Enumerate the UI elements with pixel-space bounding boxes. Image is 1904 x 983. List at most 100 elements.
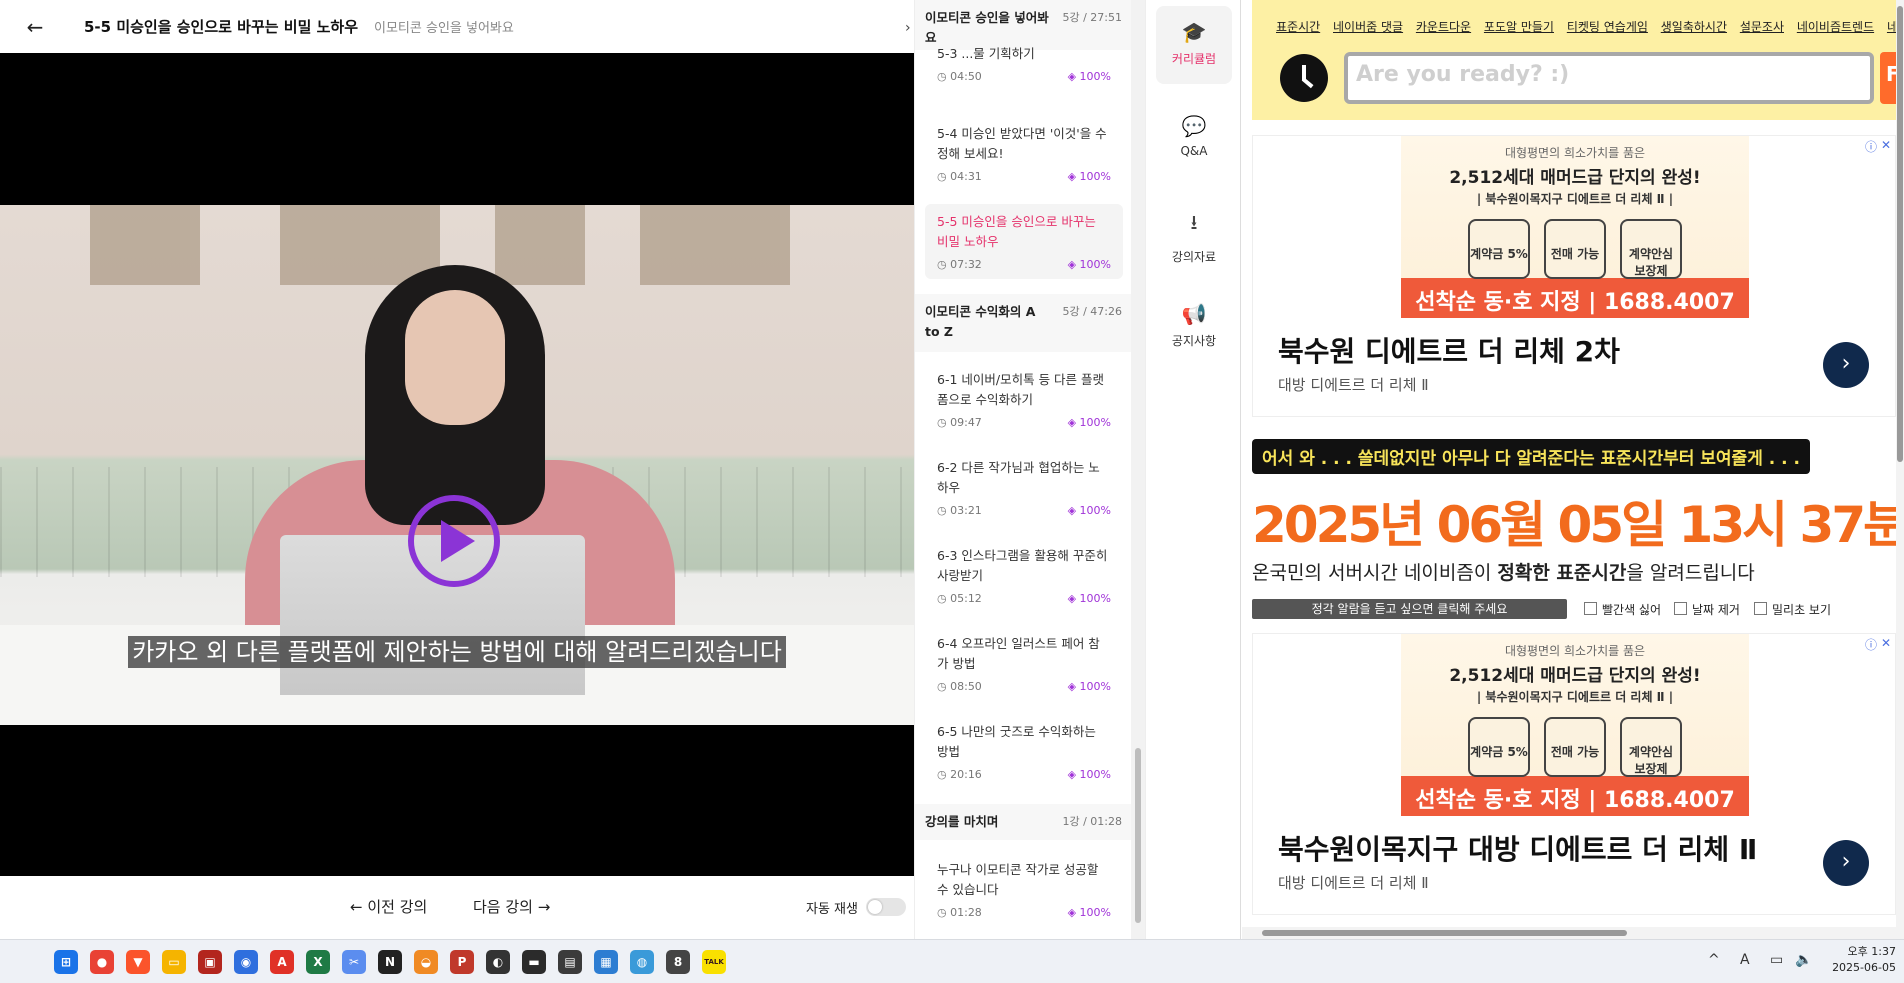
- lesson-item-active[interactable]: 5-5 미승인을 승인으로 바꾸는 비밀 노하우 07:32 100%: [925, 204, 1123, 279]
- lesson-title: 5-4 미승인 받았다면 '이것'을 수정해 보세요!: [937, 126, 1107, 161]
- chevron-up-icon[interactable]: ^: [1708, 952, 1720, 968]
- promo-banner: 어서 와 . . . 쓸데없지만 아무나 다 알려준다는 표준시간부터 보여줄게…: [1252, 439, 1810, 474]
- lesson-title: 5-3 ...물 기획하기: [937, 46, 1035, 61]
- lesson-item[interactable]: 5-4 미승인 받았다면 '이것'을 수정해 보세요! 04:31 100%: [925, 116, 1123, 191]
- sticky-notes-icon[interactable]: ▤: [558, 950, 582, 974]
- nav-link[interactable]: 표준시간: [1276, 20, 1320, 34]
- clock-date: 2025-06-05: [1832, 961, 1896, 974]
- arrow-left-icon[interactable]: ←: [0, 0, 70, 53]
- lesson-item[interactable]: 6-4 오프라인 일러스트 페어 참가 방법 08:50 100%: [925, 626, 1123, 701]
- windows-start-icon[interactable]: ⊞: [54, 950, 78, 974]
- rail-materials[interactable]: ⭳ 강의자료: [1156, 194, 1232, 272]
- alarm-button[interactable]: 정각 알람을 듣고 싶으면 클릭해 주세요: [1252, 599, 1567, 619]
- scrollbar-thumb[interactable]: [1135, 748, 1141, 923]
- close-icon[interactable]: ✕: [1881, 138, 1891, 152]
- checkbox-show-ms[interactable]: 밀리초 보기: [1754, 601, 1831, 618]
- acrobat-icon[interactable]: A: [270, 950, 294, 974]
- paint-icon[interactable]: ◍: [630, 950, 654, 974]
- nav-link[interactable]: 포도알 만들기: [1484, 20, 1554, 34]
- section-meta: 5강 / 47:26: [1062, 305, 1122, 318]
- ad-banner-cta: 선착순 동·호 지정 | 1688.4007: [1415, 290, 1735, 315]
- lesson-duration: 01:28: [937, 906, 982, 919]
- headphones-icon[interactable]: ◐: [486, 950, 510, 974]
- kakaotalk-icon[interactable]: TALK: [702, 950, 726, 974]
- info-icon[interactable]: ⓘ: [1865, 138, 1877, 155]
- nav-link[interactable]: 네이버줌 댓글: [1333, 20, 1403, 34]
- ad-banner[interactable]: 대형평면의 희소가치를 품은 2,512세대 매머드급 단지의 완성! | 북수…: [1401, 136, 1749, 318]
- notepad-icon[interactable]: ▦: [594, 950, 618, 974]
- scrollbar-thumb[interactable]: [1262, 930, 1627, 936]
- pdf-icon[interactable]: P: [450, 950, 474, 974]
- lesson-duration: 03:21: [937, 504, 982, 517]
- curriculum-scrollbar[interactable]: [1131, 0, 1145, 939]
- lesson-item[interactable]: 6-1 네이버/모히톡 등 다른 플랫폼으로 수익화하기 09:47 100%: [925, 362, 1123, 437]
- ad-feature: 계약금 5%: [1468, 219, 1530, 279]
- chevron-right-icon[interactable]: ›: [905, 20, 911, 36]
- folder-icon[interactable]: ▭: [162, 950, 186, 974]
- chevron-right-icon[interactable]: ›: [1823, 342, 1869, 388]
- nav-link[interactable]: 네이비즘트렌드: [1797, 20, 1874, 34]
- close-icon[interactable]: ✕: [1881, 636, 1891, 650]
- lesson-progress: 100%: [1068, 680, 1111, 693]
- app-blue-circle-icon[interactable]: ◉: [234, 950, 258, 974]
- speaker-icon[interactable]: 🔈: [1795, 952, 1812, 968]
- chrome-icon[interactable]: ●: [90, 950, 114, 974]
- side-rail: 🎓 커리큘럼 💬 Q&A ⭳ 강의자료 📢 공지사항: [1145, 0, 1241, 939]
- scrollbar-thumb[interactable]: [1897, 6, 1903, 462]
- play-icon[interactable]: [408, 495, 500, 587]
- snipping-icon[interactable]: ✂: [342, 950, 366, 974]
- prev-lecture-button[interactable]: ← 이전 강의: [350, 896, 427, 917]
- chevron-right-icon[interactable]: ›: [1823, 840, 1869, 886]
- system-clock[interactable]: 오후 1:37 2025-06-05: [1826, 944, 1896, 976]
- rail-label: Q&A: [1180, 144, 1208, 158]
- url-input[interactable]: Are you ready? :): [1344, 52, 1874, 104]
- lesson-duration: 08:50: [937, 680, 982, 693]
- excel-icon[interactable]: X: [306, 950, 330, 974]
- tagline-text: 온국민의 서버시간 네이비즘이: [1252, 562, 1498, 584]
- nav-link[interactable]: 티켓팅 연습게임: [1567, 20, 1648, 34]
- nav-link[interactable]: 생일축하시간: [1661, 20, 1727, 34]
- lesson-item[interactable]: 6-3 인스타그램을 활용해 꾸준히 사랑받기 05:12 100%: [925, 538, 1123, 613]
- ad-feature: 전매 가능: [1544, 717, 1606, 777]
- blender-icon[interactable]: ◒: [414, 950, 438, 974]
- brave-icon[interactable]: ▼: [126, 950, 150, 974]
- taskbar: ⊞ ● ▼ ▭ ▣ ◉ A X ✂ N ◒ P ◐ ▬ ▤ ▦ ◍ 8 TALK ^ A ▭ 🔈 오후 1:37 2…: [0, 939, 1904, 983]
- app-figure-icon[interactable]: 8: [666, 950, 690, 974]
- browser-vertical-scrollbar[interactable]: [1896, 0, 1904, 939]
- browser-horizontal-scrollbar[interactable]: [1242, 927, 1896, 939]
- subtitle-caption: 카카오 외 다른 플랫폼에 제안하는 방법에 대해 알려드리겠습니다: [0, 632, 914, 668]
- ad-title[interactable]: 북수원이목지구 대방 디에트르 더 리체 Ⅱ: [1278, 828, 1757, 868]
- nav-link[interactable]: 카운트다운: [1416, 20, 1471, 34]
- notion-icon[interactable]: N: [378, 950, 402, 974]
- rail-qna[interactable]: 💬 Q&A: [1156, 100, 1232, 178]
- checkbox-remove-date[interactable]: 날짜 제거: [1674, 601, 1740, 618]
- wall-painting: [640, 205, 790, 285]
- info-icon[interactable]: ⓘ: [1865, 636, 1877, 653]
- wall-painting: [495, 205, 585, 285]
- ad-subtitle: 대방 디에트르 더 리체 Ⅱ: [1278, 874, 1429, 892]
- terminal-icon[interactable]: ▬: [522, 950, 546, 974]
- rail-notice[interactable]: 📢 공지사항: [1156, 288, 1232, 366]
- chat-bubble-icon: 💬: [1181, 114, 1207, 138]
- ad-title[interactable]: 북수원 디에트르 더 리체 2차: [1278, 330, 1620, 370]
- network-icon[interactable]: ▭: [1770, 952, 1783, 968]
- lesson-duration: 04:31: [937, 170, 982, 183]
- rail-curriculum[interactable]: 🎓 커리큘럼: [1156, 6, 1232, 84]
- lesson-item[interactable]: 6-2 다른 작가님과 협업하는 노하우 03:21 100%: [925, 450, 1123, 525]
- section-header[interactable]: 강의를 마치며 1강 / 01:28: [915, 804, 1131, 840]
- autoplay-toggle[interactable]: [866, 898, 906, 916]
- nav-link[interactable]: 설문조사: [1740, 20, 1784, 34]
- section-header[interactable]: 이모티콘 수익화의 A to Z 5강 / 47:26: [915, 294, 1131, 352]
- app-red-icon[interactable]: ▣: [198, 950, 222, 974]
- lesson-item[interactable]: 5-3 ...물 기획하기 04:50 100%: [925, 36, 1123, 91]
- ime-indicator[interactable]: A: [1740, 952, 1750, 968]
- next-lecture-button[interactable]: 다음 강의 →: [473, 896, 550, 917]
- ad-banner[interactable]: 대형평면의 희소가치를 품은 2,512세대 매머드급 단지의 완성! | 북수…: [1401, 634, 1749, 816]
- ad-card[interactable]: 대형평면의 희소가치를 품은 2,512세대 매머드급 단지의 완성! | 북수…: [1252, 633, 1896, 915]
- checkbox-no-red[interactable]: 빨간색 싫어: [1584, 601, 1661, 618]
- video-player[interactable]: 카카오 외 다른 플랫폼에 제안하는 방법에 대해 알려드리겠습니다: [0, 53, 914, 876]
- lesson-item[interactable]: 6-5 나만의 굿즈로 수익화하는 방법 20:16 100%: [925, 714, 1123, 789]
- lesson-progress: 100%: [1068, 906, 1111, 919]
- lesson-item[interactable]: 누구나 이모티콘 작가로 성공할 수 있습니다 01:28 100%: [925, 852, 1123, 927]
- ad-card[interactable]: 대형평면의 희소가치를 품은 2,512세대 매머드급 단지의 완성! | 북수…: [1252, 135, 1896, 417]
